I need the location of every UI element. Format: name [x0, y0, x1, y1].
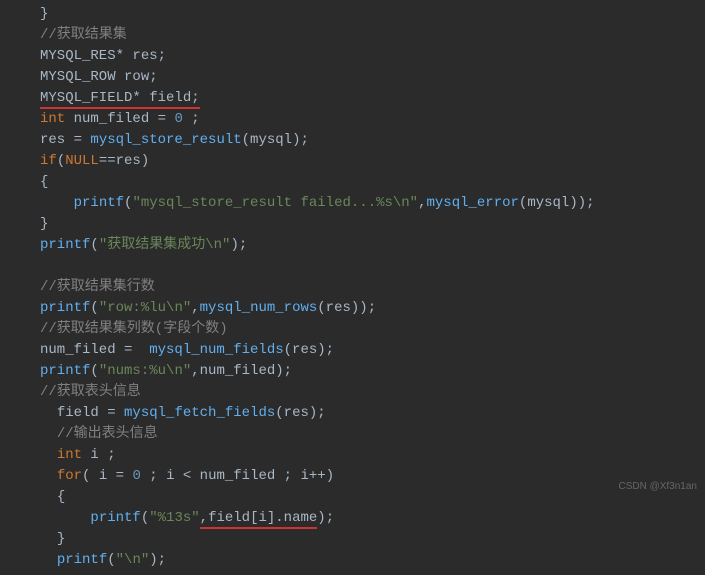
code-text: ==res)	[99, 153, 149, 169]
code-text: (res);	[275, 405, 325, 421]
watermark-text: CSDN @Xf3n1an	[618, 479, 697, 494]
code-text: );	[317, 510, 334, 526]
brace: }	[57, 531, 65, 547]
brace: }	[40, 216, 48, 232]
code-text: (mysql);	[242, 132, 309, 148]
keyword: for	[57, 468, 82, 484]
function-call: mysql_num_fields	[149, 342, 283, 358]
code-text: (mysql));	[519, 195, 595, 211]
brace: {	[57, 489, 65, 505]
comment-line: //获取结果集	[40, 27, 127, 43]
function-call: printf	[57, 552, 107, 568]
function-call: mysql_store_result	[90, 132, 241, 148]
code-text: (	[90, 237, 98, 253]
highlighted-line: MYSQL_FIELD* field;	[40, 90, 200, 109]
keyword: int	[40, 111, 65, 127]
code-line: MYSQL_ROW row;	[40, 69, 158, 85]
code-line: MYSQL_RES* res;	[40, 48, 166, 64]
code-text: ,	[191, 300, 199, 316]
function-call: mysql_fetch_fields	[124, 405, 275, 421]
number-literal: 0	[174, 111, 182, 127]
string-literal: "%13s"	[149, 510, 199, 526]
code-text: ( i =	[82, 468, 132, 484]
comment-line: //获取表头信息	[40, 384, 141, 400]
code-text: (	[90, 300, 98, 316]
string-literal: "获取结果集成功\n"	[99, 237, 231, 253]
code-editor[interactable]: } //获取结果集 MYSQL_RES* res; MYSQL_ROW row;…	[0, 0, 705, 575]
code-text: (res));	[317, 300, 376, 316]
code-text: (	[90, 363, 98, 379]
function-call: printf	[74, 195, 124, 211]
comment-line: //获取结果集列数(字段个数)	[40, 321, 228, 337]
code-text: );	[230, 237, 247, 253]
string-literal: "\n"	[116, 552, 150, 568]
function-call: printf	[40, 300, 90, 316]
code-text: (res);	[284, 342, 334, 358]
string-literal: "mysql_store_result failed...%s\n"	[132, 195, 418, 211]
code-text: num_filed =	[65, 111, 174, 127]
code-text: field =	[57, 405, 124, 421]
code-text: (	[141, 510, 149, 526]
function-call: printf	[90, 510, 140, 526]
keyword: if	[40, 153, 57, 169]
string-literal: "row:%lu\n"	[99, 300, 191, 316]
code-text: (	[107, 552, 115, 568]
function-call: mysql_error	[427, 195, 519, 211]
code-text: res =	[40, 132, 90, 148]
highlighted-text: ,field[i].name	[200, 510, 318, 529]
number-literal: 0	[132, 468, 140, 484]
comment-line: //获取结果集行数	[40, 279, 155, 295]
code-line: }	[40, 6, 48, 22]
string-literal: "nums:%u\n"	[99, 363, 191, 379]
function-call: printf	[40, 237, 90, 253]
comment-line: //输出表头信息	[57, 426, 158, 442]
code-text: );	[149, 552, 166, 568]
keyword: int	[57, 447, 82, 463]
code-text: (	[57, 153, 65, 169]
code-text: i ;	[82, 447, 116, 463]
code-text: num_filed =	[40, 342, 149, 358]
brace: {	[40, 174, 48, 190]
code-text: ,	[418, 195, 426, 211]
keyword: NULL	[65, 153, 99, 169]
code-text: ,num_filed);	[191, 363, 292, 379]
function-call: printf	[40, 363, 90, 379]
function-call: mysql_num_rows	[200, 300, 318, 316]
code-text: ;	[183, 111, 200, 127]
code-text: ; i < num_filed ; i++)	[141, 468, 334, 484]
